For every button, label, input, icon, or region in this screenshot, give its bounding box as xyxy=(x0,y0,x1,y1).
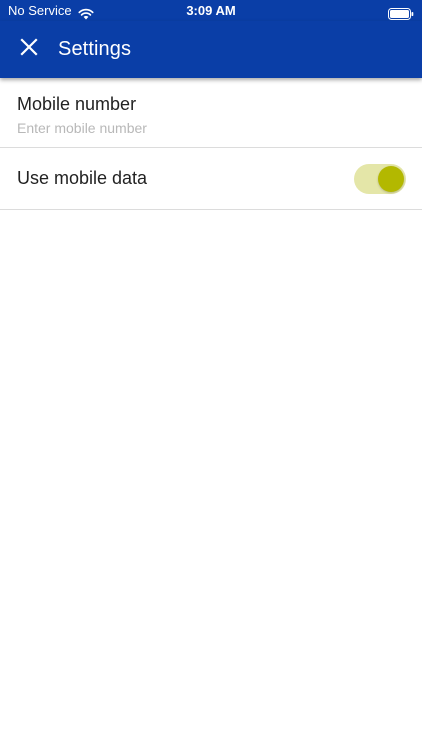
mobile-number-label: Mobile number xyxy=(17,94,137,114)
mobile-number-row: Mobile number xyxy=(0,78,422,148)
status-time: 3:09 AM xyxy=(186,3,236,18)
mobile-number-input[interactable] xyxy=(17,120,397,136)
close-button[interactable] xyxy=(0,21,58,78)
toggle-thumb xyxy=(378,166,404,192)
mobile-data-row[interactable]: Use mobile data xyxy=(0,148,422,210)
mobile-data-toggle[interactable] xyxy=(354,164,406,194)
page-title: Settings xyxy=(58,38,132,60)
top-app-bar: Settings xyxy=(0,21,422,78)
close-icon xyxy=(20,38,38,61)
settings-screen: No Service 3:09 AM Settings Mobile numbe… xyxy=(0,0,422,750)
status-bar: No Service 3:09 AM xyxy=(0,0,422,21)
settings-list: Mobile number Use mobile data xyxy=(0,78,422,210)
mobile-data-label: Use mobile data xyxy=(17,168,148,188)
battery-icon xyxy=(388,5,414,20)
